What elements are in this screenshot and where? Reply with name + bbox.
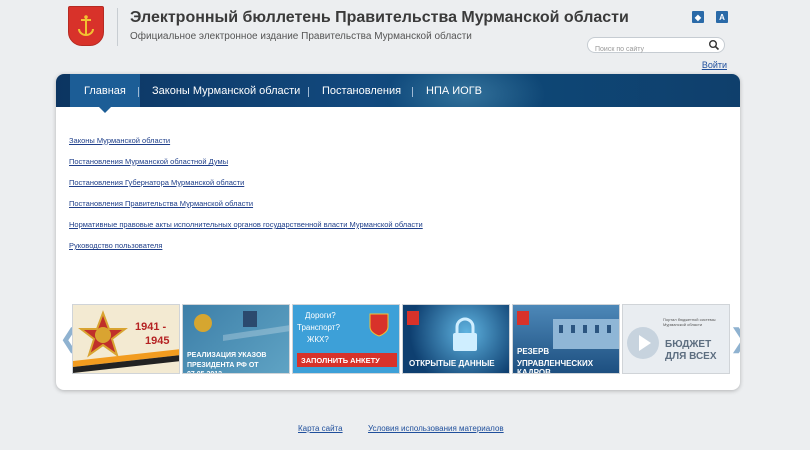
banner-open-data-text: ОТКРЫТЫЕ ДАННЫЕ — [409, 359, 495, 368]
banner-reserve-line1: РЕЗЕРВ — [517, 347, 550, 356]
carousel-next-button[interactable]: ❯ — [729, 323, 740, 353]
banner-budget-line1: БЮДЖЕТ — [665, 339, 712, 350]
banner-reserve[interactable]: РЕЗЕРВ УПРАВЛЕНЧЕСКИХ КАДРОВ — [512, 304, 620, 374]
nav-item-resolutions[interactable]: Постановления — [322, 74, 401, 107]
banner-open-data[interactable]: ОТКРЫТЫЕ ДАННЫЕ — [402, 304, 510, 374]
site-title[interactable]: Электронный бюллетень Правительства Мурм… — [130, 9, 629, 27]
banner-decrees[interactable]: РЕАЛИЗАЦИЯ УКАЗОВ ПРЕЗИДЕНТА РФ ОТ 07.05… — [182, 304, 290, 374]
banner-budget-line2: ДЛЯ ВСЕХ — [665, 351, 717, 362]
link-executive-acts[interactable]: Нормативные правовые акты исполнительных… — [69, 220, 423, 229]
banner-budget-caption: Портал бюджетной системы Мурманской обла… — [663, 317, 716, 327]
banner-decrees-line1: РЕАЛИЗАЦИЯ УКАЗОВ — [187, 352, 267, 359]
banner-survey-q1: Дороги? — [305, 311, 336, 320]
main-panel: Главная Законы Мурманской области Постан… — [56, 74, 740, 390]
region-coat-of-arms-icon[interactable] — [68, 6, 104, 46]
search-box — [587, 37, 725, 57]
search-icon[interactable] — [708, 39, 720, 51]
link-government-resolutions[interactable]: Постановления Правительства Мурманской о… — [69, 199, 253, 208]
nav-item-laws[interactable]: Законы Мурманской области — [152, 74, 300, 107]
header-divider — [117, 8, 118, 46]
banner-survey-q3: ЖКХ? — [307, 335, 329, 344]
banner-survey-q2: Транспорт? — [297, 323, 340, 332]
banner-survey[interactable]: Дороги? Транспорт? ЖКХ? ЗАПОЛНИТЬ АНКЕТУ — [292, 304, 400, 374]
search-input[interactable] — [595, 42, 707, 57]
coat-of-arms-icon — [369, 313, 389, 337]
nav-item-home[interactable]: Главная — [70, 74, 140, 107]
link-governor-resolutions[interactable]: Постановления Губернатора Мурманской обл… — [69, 178, 244, 187]
active-tab-caret — [99, 107, 111, 113]
banner-victory-year1: 1941 - — [135, 321, 167, 333]
nav-separator — [308, 87, 309, 97]
banner-victory-year2: 1945 — [145, 335, 170, 347]
banner-victory[interactable]: 1941 - 1945 — [72, 304, 180, 374]
link-regional-laws[interactable]: Законы Мурманской области — [69, 136, 170, 145]
banner-decrees-line2: ПРЕЗИДЕНТА РФ ОТ 07.05.2012 — [187, 362, 259, 373]
font-size-icon[interactable]: A — [716, 11, 728, 23]
main-nav: Главная Законы Мурманской области Постан… — [56, 74, 740, 107]
footer-terms-link[interactable]: Условия использования материалов — [368, 424, 504, 433]
footer-sitemap-link[interactable]: Карта сайта — [298, 424, 343, 433]
link-duma-resolutions[interactable]: Постановления Мурманской областной Думы — [69, 157, 228, 166]
site-subtitle: Официальное электронное издание Правител… — [130, 31, 472, 42]
site-header: Электронный бюллетень Правительства Мурм… — [0, 0, 810, 72]
login-link[interactable]: Войти — [702, 60, 727, 70]
nav-separator — [138, 87, 139, 97]
banner-budget[interactable]: Портал бюджетной системы Мурманской обла… — [622, 304, 730, 374]
banner-survey-cta: ЗАПОЛНИТЬ АНКЕТУ — [301, 356, 380, 365]
nav-item-npa-iogv[interactable]: НПА ИОГВ — [426, 74, 482, 107]
banner-reserve-line2: УПРАВЛЕНЧЕСКИХ КАДРОВ — [517, 359, 594, 374]
nav-separator — [412, 87, 413, 97]
accessibility-icon[interactable]: ◆ — [692, 11, 704, 23]
link-user-guide[interactable]: Руководство пользователя — [69, 241, 162, 250]
